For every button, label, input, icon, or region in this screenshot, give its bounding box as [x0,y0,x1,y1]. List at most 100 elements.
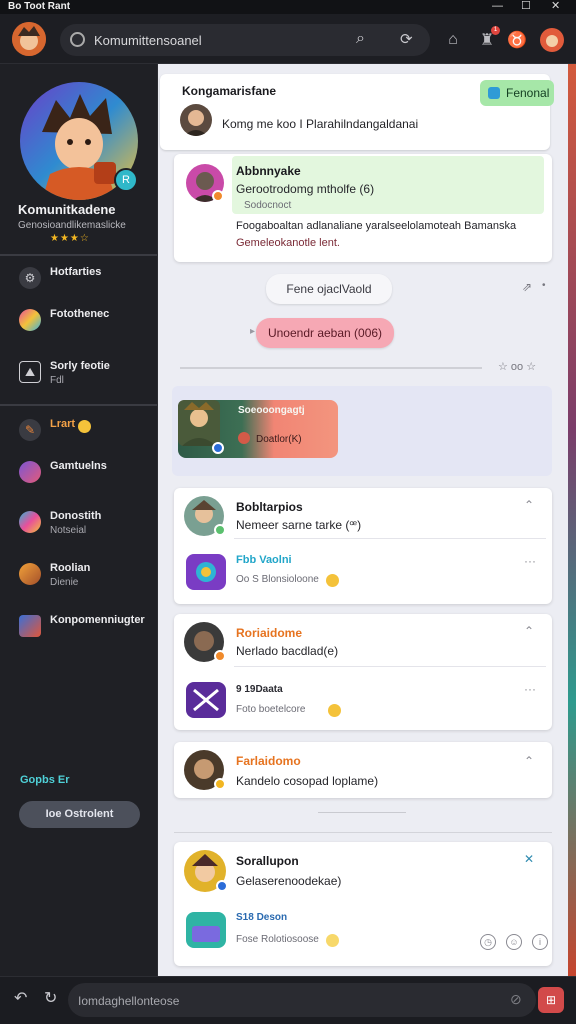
more-dot-icon[interactable]: • [542,280,546,291]
close-icon[interactable]: ✕ [551,0,560,12]
search-bar[interactable]: Komumittensoanel ⌕ ⟳ [60,24,430,56]
reply-thumbnail[interactable] [186,554,226,590]
sidebar-item-label: Konpomenniugter [50,614,145,626]
search-icon[interactable]: ⌕ [356,30,365,48]
sidebar-divider [0,254,157,256]
header-card: Kongamarisfane Fenonal Komg me koo I Pla… [160,74,554,150]
author-badge-icon [212,190,224,202]
author-badge-icon [214,778,226,790]
sidebar-item-label: Lrart [50,418,76,430]
group-badge-icon [212,442,224,454]
refresh-icon[interactable]: ↻ [44,988,57,1008]
thread-title: Sorallupon [236,854,299,868]
group-avatar [178,400,220,446]
author-badge-icon [216,880,228,892]
post-card[interactable]: Abbnnyake Gerootrodomg mtholfe (6) Sodoc… [174,154,552,262]
section-divider [174,832,552,833]
collapse-chevron-icon[interactable]: ⌃ [524,754,534,768]
clock-icon[interactable]: ◷ [480,934,496,950]
message-input-text[interactable]: Iomdaghellonteose [78,994,179,1008]
sidebar-divider [0,404,157,406]
personal-icon [488,87,500,99]
collapse-chevron-icon[interactable]: ⌃ [524,624,534,638]
header-avatar[interactable] [180,104,212,136]
personal-badge-button[interactable]: Fenonal [480,80,554,106]
background-art [568,64,576,976]
main-panel: Kongamarisfane Fenonal Komg me koo I Pla… [158,64,576,976]
view-more-button[interactable]: Fene ojaclVaold [266,274,392,304]
sync-icon[interactable]: ⟳ [400,30,413,48]
collapse-chevron-icon[interactable]: ⌃ [524,498,534,512]
message-input[interactable]: Iomdaghellonteose ⊘ [68,983,536,1017]
minimize-icon[interactable]: — [492,0,503,12]
thread-card[interactable]: Roriaidome Nerlado bacdlad(e) ⌃ 9 19Daat… [174,614,552,730]
group-subtitle: Doatlor(K) [256,434,302,445]
sidebar-item-roolian[interactable]: Roolian Dienie [0,554,157,594]
smile-emoji-icon [78,420,91,433]
send-icon[interactable]: ⊞ [538,987,564,1013]
reply-meta: Foto boetelcore [236,704,306,715]
profile-icon[interactable]: ♉ [506,29,528,51]
photo-icon: ⛰ [19,361,41,383]
sidebar-item-lrart[interactable]: ✎ Lrart [0,410,157,450]
thread-divider [234,666,546,667]
reply-meta: Oo S Blonsioloone [236,574,319,585]
notification-badge: 1 [491,26,500,35]
sidebar-item-label: Fotothenec [50,308,110,320]
reply-title: S18 Deson [236,912,288,923]
sidebar-item-fotothenec[interactable]: Fotothenec [0,300,157,340]
maximize-icon[interactable]: ☐ [521,0,531,12]
thread-card[interactable]: Sorallupon Gelaserenoodekae) ✕ S18 Deson… [174,842,552,966]
attach-icon[interactable]: ⊘ [510,991,522,1008]
sidebar-item-label: Gamtuelns [50,460,107,472]
sidebar-item-sorly-feotie[interactable]: ⛰ Sorly feotie Fdl [0,352,157,392]
smile-emoji-icon [326,574,339,587]
notifications-icon[interactable]: ♜ 1 [476,26,500,51]
thread-card[interactable]: Farlaidomo Kandelo cosopad loplame) ⌃ [174,742,552,798]
sidebar-item-konpomenniugter[interactable]: Konpomenniugter [0,606,157,646]
thread-card[interactable]: Bobltarpios Nemeer sarne tarke (ꟹ) ⌃ Fbb… [174,488,552,604]
smile-emoji-icon [326,934,339,947]
post-body-continued: Gemeleokanotle lent. [236,237,340,249]
reply-thumbnail[interactable] [186,912,226,948]
user-avatar[interactable] [12,22,46,56]
palette-icon [19,309,41,331]
reply-meta: Fose Rolotiosoose [236,934,319,945]
post-line: Gerootrodomg mtholfe (6) [236,182,375,196]
gear-icon: ⚙ [19,267,41,289]
home-icon[interactable]: ⌂ [442,29,464,51]
info-icon[interactable]: i [532,934,548,950]
pointer-icon: ▸ [250,326,256,337]
close-icon[interactable]: ✕ [524,852,534,866]
back-circle-icon[interactable] [70,32,85,47]
sidebar-item-gamtuelns[interactable]: Gamtuelns [0,452,157,492]
sidebar-footer-button[interactable]: Ioe Ostrolent [19,801,140,828]
top-bar: Komumittensoanel ⌕ ⟳ ⌂ ♜ 1 ♉ [0,14,576,64]
account-avatar[interactable] [540,28,564,52]
search-input[interactable]: Komumittensoanel [94,33,202,48]
back-icon[interactable]: ↶ [14,988,27,1008]
reply-thumbnail[interactable] [186,682,226,718]
post-meta: Sodocnoct [244,200,292,211]
gem-icon [19,511,41,533]
divider-star-icons[interactable]: ☆ oo ☆ [498,360,536,373]
unread-button[interactable]: Unoendr aeban (006) [256,318,394,348]
reply-title: 9 19Daata [236,684,283,695]
person-icon [19,563,41,585]
thread-body: Nerlado bacdlad(e) [236,644,339,658]
thread-title: Farlaidomo [236,754,301,768]
sidebar-item-donostith[interactable]: Donostith Notseial [0,502,157,542]
profile-rating-stars: ★★★☆ [50,233,90,244]
sidebar-item-hotfarties[interactable]: ⚙ Hotfarties [0,258,157,298]
thread-body: Kandelo cosopad loplame) [236,774,379,788]
more-options-icon[interactable]: ··· [524,554,536,568]
more-options-icon[interactable]: ··· [524,682,536,696]
react-icon[interactable]: ☺ [506,934,522,950]
share-icon[interactable]: ⇗ [522,280,532,294]
reply-title: Fbb Vaolni [236,554,292,566]
group-title: Soeooongagtj [238,405,305,416]
thread-body: Gelaserenoodekae) [236,874,342,888]
sidebar-item-sublabel: Fdl [50,375,64,386]
group-card[interactable]: Soeooongagtj Doatlor(K) [178,400,338,458]
post-body: Foogaboaltan adlanaliane yaralseelolamot… [236,220,517,232]
